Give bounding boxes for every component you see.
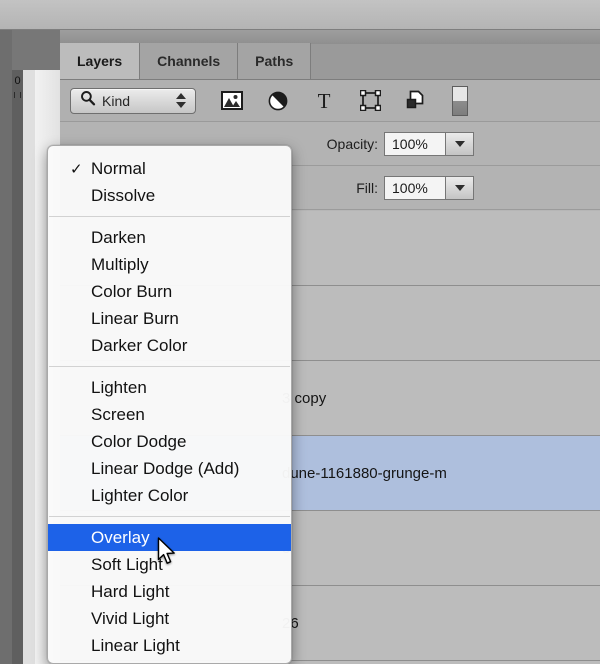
window-titlebar <box>0 0 600 30</box>
tab-paths-label: Paths <box>255 53 294 69</box>
menu-item-darken[interactable]: Darken <box>48 224 291 251</box>
menu-item-multiply[interactable]: Multiply <box>48 251 291 278</box>
panel-drag-bar[interactable] <box>60 30 600 44</box>
opacity-input[interactable]: 100% <box>384 131 446 156</box>
menu-item-darker-color[interactable]: Darker Color <box>48 332 291 359</box>
filter-kind-label: Kind <box>102 92 131 109</box>
layer-filter-icons: T <box>220 89 428 113</box>
tab-layers[interactable]: Layers <box>60 43 141 79</box>
tab-paths[interactable]: Paths <box>238 43 312 79</box>
fill-chevron-down-icon[interactable] <box>446 175 474 200</box>
up-down-stepper-icon[interactable] <box>176 92 186 108</box>
shape-layer-filter-icon[interactable] <box>358 89 382 113</box>
menu-item-linear-burn[interactable]: Linear Burn <box>48 305 291 332</box>
menu-item-label: Multiply <box>91 254 149 274</box>
menu-item-label: Color Dodge <box>91 431 187 451</box>
fill-label: Fill: <box>356 179 378 196</box>
document-gutter <box>0 30 12 664</box>
svg-text:T: T <box>318 90 331 111</box>
pixel-layer-filter-icon[interactable] <box>220 89 244 113</box>
menu-item-label: Darker Color <box>91 335 188 355</box>
menu-item-label: Color Burn <box>91 281 173 301</box>
menu-item-lighten[interactable]: Lighten <box>48 374 291 401</box>
menu-item-label: Hard Light <box>91 581 170 601</box>
menu-item-label: Soft Light <box>91 554 163 574</box>
filter-kind-select[interactable]: Kind <box>70 87 196 114</box>
menu-item-label: Lighter Color <box>91 485 189 505</box>
opacity-label: Opacity: <box>326 135 378 152</box>
panel-tab-bar: Layers Channels Paths <box>60 43 600 80</box>
menu-item-linear-light[interactable]: Linear Light <box>48 632 291 659</box>
menu-item-label: Linear Burn <box>91 308 179 328</box>
menu-item-lighter-color[interactable]: Lighter Color <box>48 482 291 509</box>
menu-item-label: Linear Dodge (Add) <box>91 458 240 478</box>
menu-separator <box>49 216 290 217</box>
type-layer-filter-icon[interactable]: T <box>312 89 336 113</box>
menu-item-soft-light[interactable]: Soft Light <box>48 551 291 578</box>
menu-separator <box>49 516 290 517</box>
fill-input[interactable]: 100% <box>384 175 446 200</box>
ruler-origin-label: 0 <box>14 75 21 87</box>
menu-item-label: Normal <box>91 158 146 178</box>
layer-name: dune-1161880-grunge-m <box>282 464 447 482</box>
menu-item-normal[interactable]: ✓ Normal <box>48 155 291 182</box>
menu-item-overlay[interactable]: Overlay <box>48 524 291 551</box>
menu-item-dissolve[interactable]: Dissolve <box>48 182 291 209</box>
photoshop-window: 0 Layers Channels Paths Kind T Opacity: … <box>0 0 600 664</box>
blending-mode-menu[interactable]: ✓ Normal Dissolve Darken Multiply Color … <box>47 145 292 664</box>
tab-layers-label: Layers <box>77 53 123 69</box>
layer-filter-row: Kind T <box>60 80 600 122</box>
tab-channels-label: Channels <box>157 53 221 69</box>
menu-item-color-burn[interactable]: Color Burn <box>48 278 291 305</box>
adjustment-layer-filter-icon[interactable] <box>266 89 290 113</box>
menu-item-label: Screen <box>91 404 145 424</box>
menu-item-linear-dodge-add[interactable]: Linear Dodge (Add) <box>48 455 291 482</box>
smart-object-filter-icon[interactable] <box>404 89 428 113</box>
canvas-edge <box>23 70 35 664</box>
check-icon: ✓ <box>70 160 83 178</box>
magnifier-icon <box>80 90 96 111</box>
menu-item-label: Linear Light <box>91 635 180 655</box>
menu-item-label: Overlay <box>91 527 150 547</box>
menu-item-vivid-light[interactable]: Vivid Light <box>48 605 291 632</box>
menu-item-label: Vivid Light <box>91 608 170 628</box>
menu-item-label: Dissolve <box>91 185 156 205</box>
menu-item-hard-light[interactable]: Hard Light <box>48 578 291 605</box>
filter-enable-toggle[interactable] <box>452 85 468 116</box>
tab-channels[interactable]: Channels <box>140 43 239 79</box>
menu-separator <box>49 366 290 367</box>
menu-item-color-dodge[interactable]: Color Dodge <box>48 428 291 455</box>
opacity-chevron-down-icon[interactable] <box>446 131 474 156</box>
menu-item-label: Darken <box>91 227 146 247</box>
menu-item-screen[interactable]: Screen <box>48 401 291 428</box>
menu-item-label: Lighten <box>91 377 147 397</box>
